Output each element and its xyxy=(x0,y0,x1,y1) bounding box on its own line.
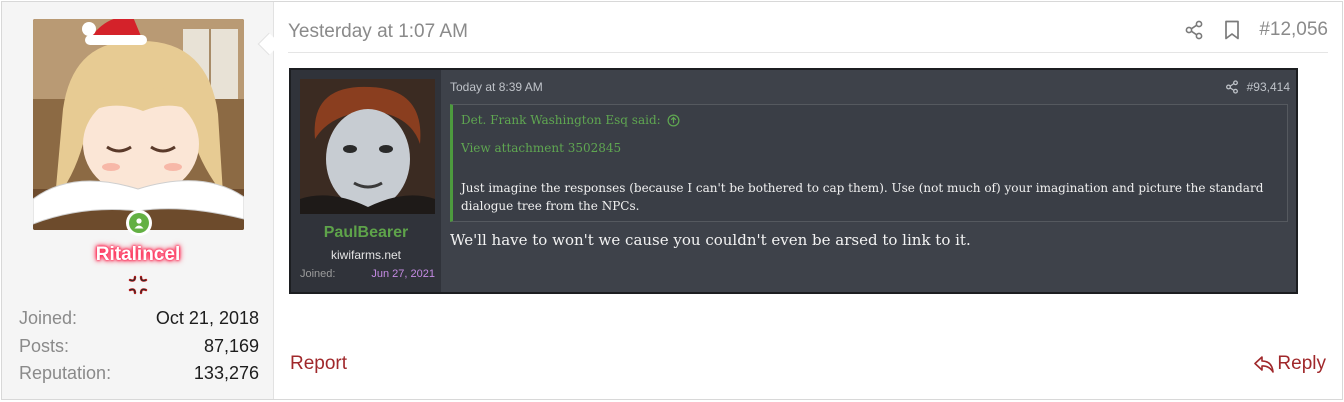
quote-block: Det. Frank Washington Esq said: View att… xyxy=(450,104,1288,222)
embed-joined-value: Jun 27, 2021 xyxy=(371,268,435,280)
stat-label: Reputation: xyxy=(19,363,112,383)
embed-post-number[interactable]: #93,414 xyxy=(1247,80,1290,94)
stat-label: Joined: xyxy=(19,308,78,328)
quote-body: Just imagine the responses (because I ca… xyxy=(461,181,1264,213)
avatar[interactable] xyxy=(33,19,244,230)
embed-user-panel: PaulBearer kiwifarms.net Joined: Jun 27,… xyxy=(291,70,441,292)
bookmark-icon[interactable] xyxy=(1221,19,1243,41)
stat-value: Oct 21, 2018 xyxy=(155,308,259,328)
embed-joined-label: Joined: xyxy=(300,268,336,280)
user-stats: Joined: Oct 21, 2018 Posts: 87,169 Reput… xyxy=(19,305,259,388)
online-status-icon xyxy=(126,210,152,236)
reply-button[interactable]: Reply xyxy=(1253,353,1326,375)
stat-value: 133,276 xyxy=(193,363,259,383)
post-date-link[interactable]: Yesterday at 1:07 AM xyxy=(288,21,468,43)
user-sidebar: Ritalincel Joined: Oct 21, 2018 Posts: 8… xyxy=(2,2,274,399)
post-header: Yesterday at 1:07 AM #12,056 xyxy=(288,17,1328,53)
embed-content: Today at 8:39 AM #93,414 Det. Frank Wash… xyxy=(450,70,1290,292)
username[interactable]: Ritalincel xyxy=(2,244,274,266)
reply-icon xyxy=(1253,353,1275,375)
post-number-link[interactable]: #12,056 xyxy=(1259,19,1328,41)
stat-label: Posts: xyxy=(19,335,70,356)
report-link[interactable]: Report xyxy=(290,353,347,375)
share-icon[interactable] xyxy=(1183,19,1205,41)
post-actions: #12,056 xyxy=(1183,19,1328,41)
share-icon[interactable] xyxy=(1225,80,1239,94)
stat-joined: Joined: Oct 21, 2018 xyxy=(19,305,259,333)
attachment-link[interactable]: View attachment 3502845 xyxy=(461,141,621,155)
embedded-post: PaulBearer kiwifarms.net Joined: Jun 27,… xyxy=(289,68,1298,294)
quote-header[interactable]: Det. Frank Washington Esq said: xyxy=(461,113,680,127)
post-container: Ritalincel Joined: Oct 21, 2018 Posts: 8… xyxy=(1,1,1343,400)
embed-message: We'll have to won't we cause you couldn'… xyxy=(450,231,971,249)
embed-username[interactable]: PaulBearer xyxy=(291,224,441,242)
embed-avatar[interactable] xyxy=(300,79,435,214)
quote-author[interactable]: Det. Frank Washington Esq said: xyxy=(461,113,661,127)
embed-joined-row: Joined: Jun 27, 2021 xyxy=(300,268,435,280)
stat-posts: Posts: 87,169 xyxy=(19,333,259,361)
embed-date[interactable]: Today at 8:39 AM xyxy=(450,80,543,94)
embed-user-title: kiwifarms.net xyxy=(330,248,401,262)
anger-vein-icon xyxy=(126,273,150,297)
arrow-up-circle-icon[interactable] xyxy=(667,114,680,127)
stat-value: 87,169 xyxy=(203,335,259,356)
stat-reputation: Reputation: 133,276 xyxy=(19,360,259,388)
reply-label[interactable]: Reply xyxy=(1277,353,1326,375)
embed-actions: #93,414 xyxy=(1225,80,1290,94)
